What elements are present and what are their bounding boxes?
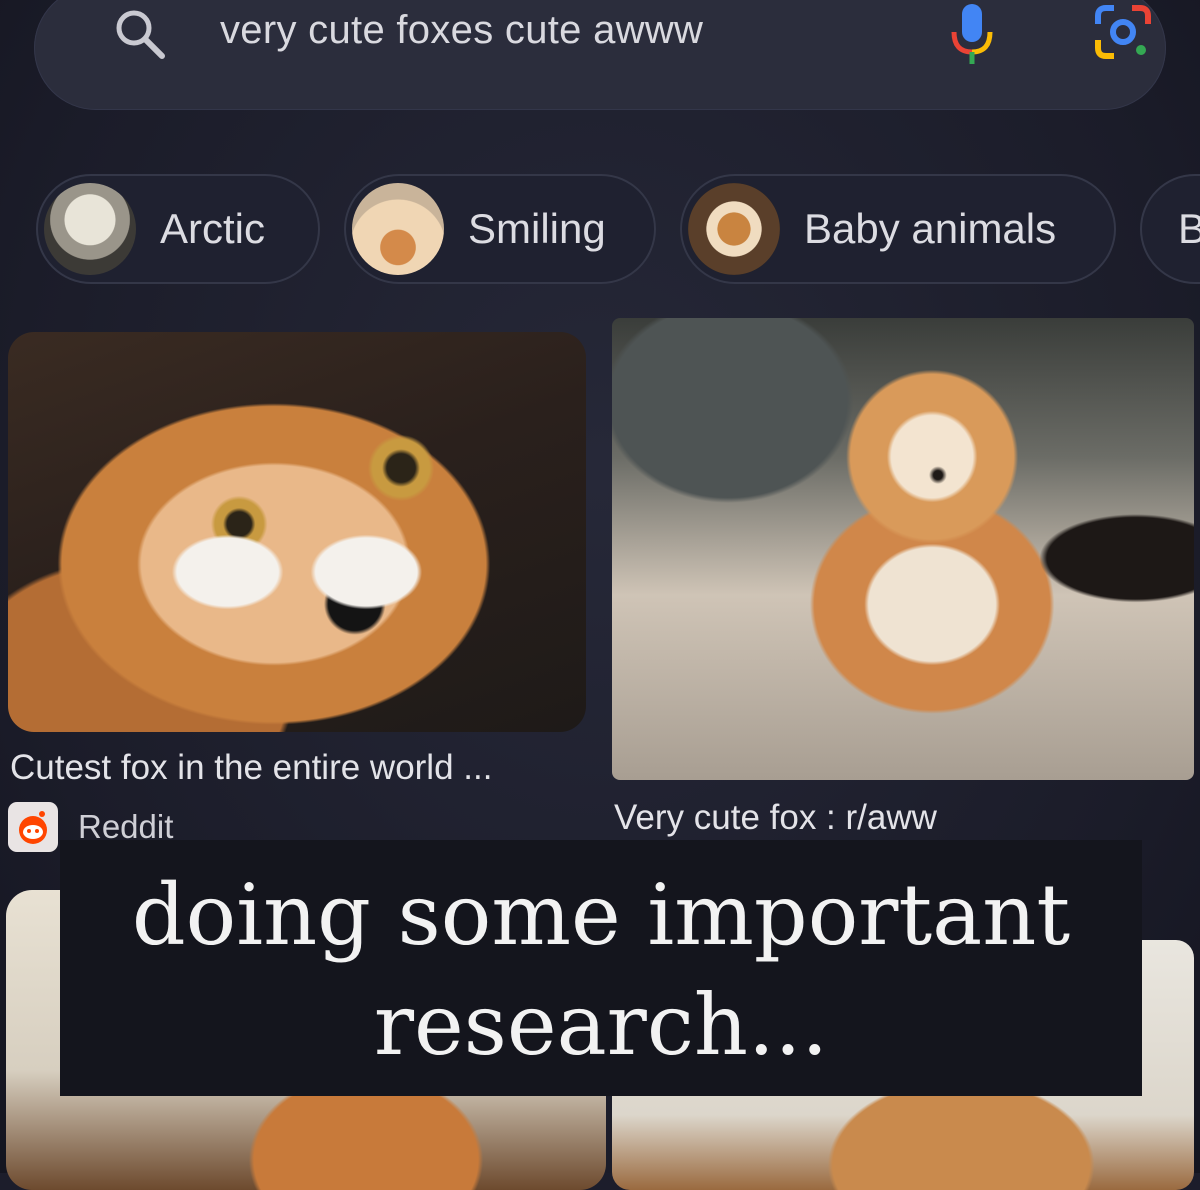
mic-icon[interactable]: [946, 0, 998, 68]
search-bar[interactable]: very cute foxes cute awww: [34, 0, 1166, 110]
meme-caption-line-2: research...: [373, 976, 829, 1074]
chip-thumbnail: [44, 183, 136, 275]
chip-arctic[interactable]: Arctic: [36, 174, 320, 284]
result-image-fox-smiling[interactable]: [8, 332, 586, 732]
search-input[interactable]: very cute foxes cute awww: [220, 8, 703, 53]
lens-icon[interactable]: [1092, 2, 1154, 62]
meme-caption-box: doing some important research...: [60, 840, 1142, 1096]
chip-smiling[interactable]: Smiling: [344, 174, 656, 284]
result-image-fox-kit[interactable]: [612, 318, 1194, 780]
chip-label: Arctic: [160, 205, 265, 252]
chip-thumbnail: [688, 183, 780, 275]
chip-partial[interactable]: B: [1140, 174, 1200, 284]
reddit-icon: [8, 802, 58, 852]
result-title[interactable]: Very cute fox : r/aww: [614, 798, 937, 838]
meme-caption: doing some important research...: [60, 860, 1142, 1080]
screen: very cute foxes cute awww Arctic Smiling…: [0, 0, 1200, 1190]
result-title[interactable]: Cutest fox in the entire world ...: [10, 748, 492, 788]
chip-thumbnail: [352, 183, 444, 275]
meme-caption-line-1: doing some important: [131, 866, 1071, 964]
search-icon[interactable]: [110, 4, 170, 64]
chip-baby-animals[interactable]: Baby animals: [680, 174, 1116, 284]
chip-label: Baby animals: [804, 205, 1057, 252]
chip-label: B: [1178, 205, 1200, 252]
chip-label: Smiling: [468, 205, 606, 252]
